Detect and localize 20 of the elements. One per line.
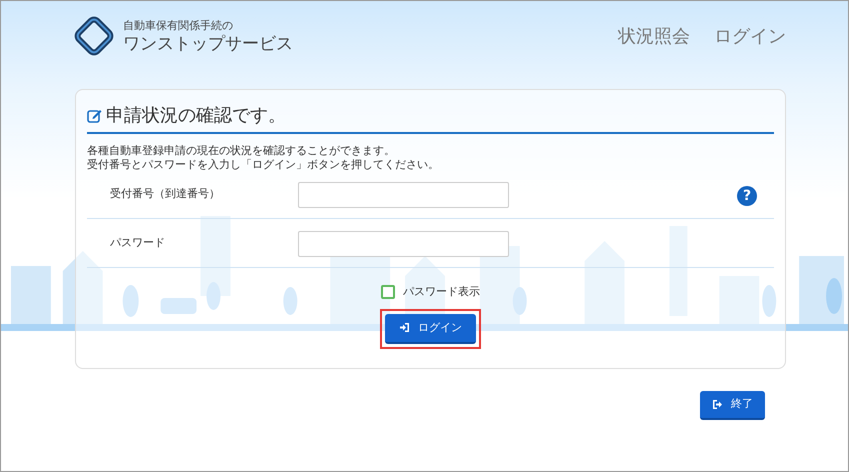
end-button[interactable]: 終了 bbox=[700, 391, 765, 420]
exit-icon bbox=[712, 398, 723, 410]
field-label: パスワード bbox=[109, 235, 166, 251]
login-icon bbox=[399, 322, 410, 334]
logo-icon bbox=[73, 15, 115, 57]
nav-link[interactable]: 状況照会 bbox=[618, 23, 690, 50]
input-field[interactable] bbox=[298, 182, 509, 208]
description-text: 各種自動車登録申請の現在の状況を確認することができます。 bbox=[87, 144, 396, 158]
logo-subtitle: 自動車保有関係手続の bbox=[123, 18, 234, 34]
logo-title: ワンストップサービス bbox=[123, 34, 293, 54]
nav-link[interactable]: ログイン bbox=[714, 23, 786, 50]
login-button[interactable]: ログイン bbox=[385, 314, 476, 344]
help-icon[interactable]: ? bbox=[737, 186, 757, 206]
checkbox[interactable] bbox=[381, 285, 395, 300]
field-label: 受付番号（到達番号） bbox=[109, 186, 221, 202]
edit-icon bbox=[87, 108, 102, 123]
panel-title: 申請状況の確認です。 bbox=[106, 104, 286, 128]
description-text: 受付番号とパスワードを入力し「ログイン」ボタンを押してください。 bbox=[87, 158, 440, 172]
checkbox-label: パスワード表示 bbox=[403, 284, 480, 300]
input-field[interactable] bbox=[298, 231, 509, 257]
